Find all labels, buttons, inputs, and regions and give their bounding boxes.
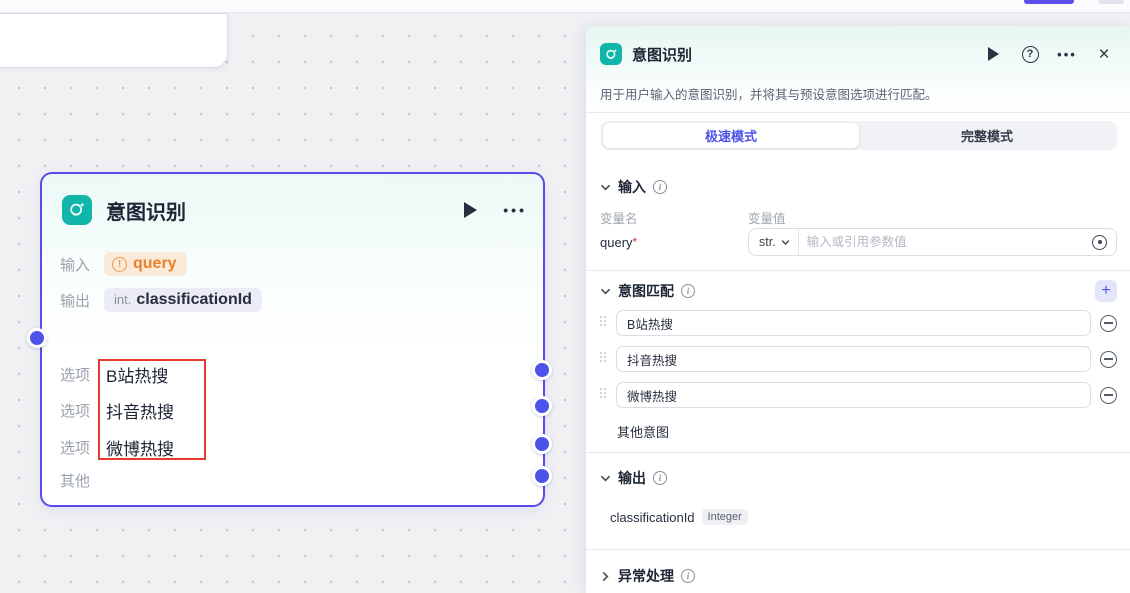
intent-row: [600, 346, 1117, 372]
required-mark: *: [633, 235, 638, 249]
option-label: 选项: [60, 400, 102, 421]
intent-bulb-icon: [600, 43, 622, 65]
info-icon: i: [653, 180, 667, 194]
intent-input[interactable]: [616, 382, 1091, 408]
panel-close-button[interactable]: ×: [1092, 42, 1116, 66]
tab-fast-mode[interactable]: 极速模式: [603, 123, 859, 148]
warning-icon: !: [112, 257, 127, 272]
node-option-row: 选项 抖音热搜: [60, 396, 174, 424]
node-header: 意图识别 •••: [62, 195, 527, 225]
intent-row: [600, 310, 1117, 336]
output-type-badge: Integer: [702, 509, 748, 525]
panel-description: 用于用户输入的意图识别，并将其与预设意图选项进行匹配。: [600, 84, 1116, 103]
divider: [586, 549, 1130, 550]
output-variable-name: classificationId: [610, 510, 695, 525]
intent-input[interactable]: [616, 310, 1091, 336]
drag-handle-icon[interactable]: [600, 316, 610, 330]
node-input-label: 输入: [60, 254, 102, 275]
node-config-panel: 意图识别 ? ••• × 用于用户输入的意图识别，并将其与预设意图选项进行匹配。…: [586, 26, 1130, 593]
remove-intent-button[interactable]: [1100, 351, 1117, 368]
node-output-label: 输出: [60, 290, 102, 311]
error-section-header[interactable]: 异常处理 i: [600, 567, 695, 585]
node-other-row: 其他: [60, 466, 102, 494]
variable-value-group: str.: [748, 228, 1117, 256]
canvas-card-top-left: [0, 13, 228, 68]
node-more-icon[interactable]: •••: [503, 202, 527, 218]
panel-help-button[interactable]: ?: [1018, 42, 1042, 66]
output-port-option-1[interactable]: [532, 360, 552, 380]
option-label: 选项: [60, 437, 102, 458]
node-run-icon[interactable]: [464, 202, 477, 218]
node-output-row: 输出 int. classificationId: [60, 286, 262, 314]
chevron-right-icon: [600, 571, 611, 582]
value-input[interactable]: [799, 235, 1092, 249]
intent-input[interactable]: [616, 346, 1091, 372]
tab-full-mode[interactable]: 完整模式: [859, 123, 1115, 148]
node-input-row: 输入 ! query: [60, 250, 187, 278]
divider: [586, 270, 1130, 271]
add-intent-button[interactable]: +: [1095, 280, 1117, 302]
top-toolbar: [0, 0, 1130, 13]
intent-section-header[interactable]: 意图匹配 i: [600, 282, 695, 300]
toolbar-primary-button-fragment[interactable]: [1024, 0, 1074, 4]
type-select-value: str.: [759, 235, 776, 249]
option-value: B站热搜: [106, 362, 168, 387]
input-section-title: 输入: [618, 177, 646, 197]
column-var-value: 变量值: [748, 208, 786, 227]
help-icon: ?: [1022, 46, 1039, 63]
info-icon: i: [681, 284, 695, 298]
node-option-row: 选项 B站热搜: [60, 360, 168, 388]
panel-title-row: 意图识别 ? ••• ×: [600, 43, 1116, 65]
output-name-label: classificationId: [136, 291, 252, 309]
info-icon: i: [653, 471, 667, 485]
output-section-header[interactable]: 输出 i: [600, 469, 667, 487]
output-variable-tag: int. classificationId: [104, 288, 262, 312]
error-section-title: 异常处理: [618, 566, 674, 586]
query-tag-label: query: [133, 255, 177, 273]
type-select[interactable]: str.: [749, 229, 799, 255]
divider: [586, 112, 1130, 113]
panel-more-button[interactable]: •••: [1055, 42, 1079, 66]
intent-section-title: 意图匹配: [618, 281, 674, 301]
reference-icon[interactable]: [1092, 235, 1107, 250]
query-warning-tag[interactable]: ! query: [104, 252, 187, 276]
panel-title: 意图识别: [632, 44, 968, 65]
remove-intent-button[interactable]: [1100, 315, 1117, 332]
option-value: 抖音热搜: [106, 398, 174, 423]
panel-run-button[interactable]: [981, 42, 1005, 66]
other-label: 其他: [60, 470, 102, 491]
drag-handle-icon[interactable]: [600, 352, 610, 366]
output-type-label: int.: [114, 292, 131, 307]
input-port[interactable]: [27, 328, 47, 348]
chevron-down-icon: [781, 238, 790, 247]
other-intent-label: 其他意图: [617, 422, 669, 441]
input-section-header[interactable]: 输入 i: [600, 178, 667, 196]
node-option-row: 选项 微博热搜: [60, 433, 174, 461]
intent-bulb-icon: [62, 195, 92, 225]
output-port-other[interactable]: [532, 466, 552, 486]
output-port-option-2[interactable]: [532, 396, 552, 416]
output-variable-row: classificationId Integer: [610, 509, 748, 525]
option-value: 微博热搜: [106, 435, 174, 460]
intent-recognition-node[interactable]: 意图识别 ••• 输入 ! query 输出 int. classificati…: [40, 172, 545, 507]
intent-row: [600, 382, 1117, 408]
node-title: 意图识别: [106, 196, 464, 225]
divider: [586, 452, 1130, 453]
toolbar-secondary-button-fragment[interactable]: [1098, 0, 1124, 4]
column-var-name: 变量名: [600, 208, 638, 227]
drag-handle-icon[interactable]: [600, 388, 610, 402]
chevron-down-icon: [600, 286, 611, 297]
output-section-title: 输出: [618, 468, 646, 488]
info-icon: i: [681, 569, 695, 583]
variable-name: query*: [600, 235, 637, 250]
chevron-down-icon: [600, 182, 611, 193]
mode-tabs: 极速模式 完整模式: [601, 121, 1117, 150]
output-port-option-3[interactable]: [532, 434, 552, 454]
chevron-down-icon: [600, 473, 611, 484]
option-label: 选项: [60, 364, 102, 385]
remove-intent-button[interactable]: [1100, 387, 1117, 404]
